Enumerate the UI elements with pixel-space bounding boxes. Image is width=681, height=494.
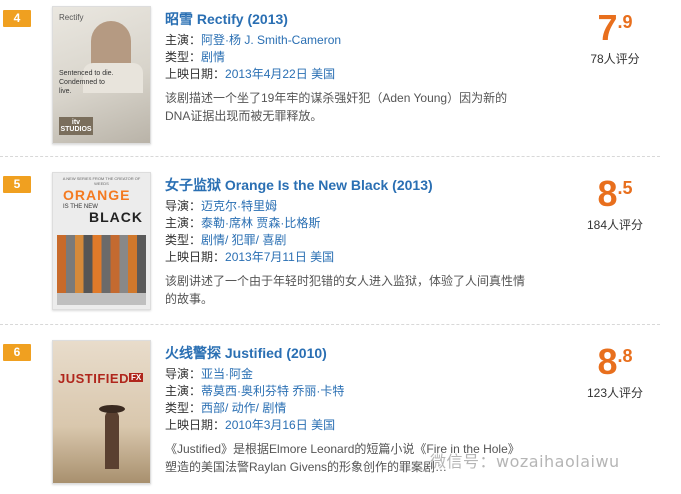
- starring-row: 主演：泰勒·席林 贾森·比格斯: [165, 215, 535, 232]
- vote-count: 123人评分: [586, 386, 644, 400]
- description: 该剧描述一个坐了19年牢的谋杀强奸犯（Aden Young）因为新的DNA证据出…: [165, 91, 508, 123]
- vote-count: 78人评分: [590, 52, 640, 66]
- release-date: 2010年3月16日 美国: [225, 418, 336, 432]
- director-row: 导演：亚当·阿金: [165, 366, 535, 383]
- genre-row: 类型：剧情: [165, 49, 535, 66]
- poster-floor: [57, 293, 146, 305]
- release-row: 上映日期：2013年7月11日 美国: [165, 249, 535, 266]
- poster-figure: [91, 21, 131, 69]
- starring-row: 主演：蒂莫西·奥利芬特 乔丽·卡特: [165, 383, 535, 400]
- rank-badge: 4: [3, 10, 31, 27]
- divider: [0, 156, 660, 157]
- rank-badge: 5: [3, 176, 31, 193]
- rank-badge: 6: [3, 344, 31, 361]
- poster-title-2: BLACK: [89, 209, 143, 225]
- poster-figure: [105, 411, 119, 469]
- genre-link[interactable]: 西部/ 动作/ 剧情: [201, 401, 286, 415]
- poster-cast: [57, 235, 146, 295]
- description: 该剧讲述了一个由于年轻时犯错的女人进入监狱，体验了人间真性情的故事。: [165, 274, 526, 306]
- starring-row: 主演：阿登·杨 J. Smith-Cameron: [165, 32, 535, 49]
- genre-label: 类型：: [165, 401, 202, 415]
- title-link[interactable]: 火线警探 Justified (2010): [165, 344, 535, 362]
- starring-label: 主演：: [165, 384, 202, 398]
- score: 8.8 123人评分: [580, 344, 650, 401]
- poster-justified[interactable]: JUSTIFIED FX: [52, 340, 151, 484]
- poster-tagline: Sentenced to die. Condemned to live.: [59, 70, 114, 95]
- genre-row: 类型：西部/ 动作/ 剧情: [165, 400, 535, 417]
- score: 8.5 184人评分: [580, 176, 650, 233]
- poster-title: JUSTIFIED: [58, 371, 129, 386]
- genre-label: 类型：: [165, 50, 202, 64]
- score-decimal: .8: [617, 346, 633, 366]
- release-label: 上映日期：: [165, 418, 226, 432]
- title-link[interactable]: 昭雪 Rectify (2013): [165, 10, 535, 28]
- divider: [0, 324, 660, 325]
- poster-oitnb[interactable]: A NEW SERIES FROM THE CREATOR OF WEEDS O…: [52, 172, 151, 310]
- genre-row: 类型：剧情/ 犯罪/ 喜剧: [165, 232, 535, 249]
- genre-link[interactable]: 剧情/ 犯罪/ 喜剧: [201, 233, 286, 247]
- release-row: 上映日期：2013年4月22日 美国: [165, 66, 535, 83]
- release-date: 2013年4月22日 美国: [225, 67, 336, 81]
- poster-hat: [99, 405, 125, 413]
- starring-label: 主演：: [165, 216, 202, 230]
- release-label: 上映日期：: [165, 67, 226, 81]
- release-date: 2013年7月11日 美国: [225, 250, 335, 264]
- poster-title-1: ORANGE: [63, 187, 131, 203]
- genre-label: 类型：: [165, 233, 202, 247]
- vote-count: 184人评分: [586, 218, 644, 232]
- score-decimal: .9: [617, 12, 633, 32]
- director-label: 导演：: [165, 199, 202, 213]
- score: 7.9 78人评分: [580, 10, 650, 67]
- score-integer: 7: [597, 7, 618, 48]
- watermark: 微信号：wozaihaolaiwu: [430, 452, 620, 471]
- starring-link[interactable]: 蒂莫西·奥利芬特 乔丽·卡特: [201, 384, 344, 398]
- release-label: 上映日期：: [165, 250, 226, 264]
- starring-link[interactable]: 泰勒·席林 贾森·比格斯: [201, 216, 320, 230]
- poster-network: itv STUDIOS: [59, 117, 93, 135]
- director-row: 导演：迈克尔·特里姆: [165, 198, 535, 215]
- director-link[interactable]: 亚当·阿金: [201, 367, 253, 381]
- director-link[interactable]: 迈克尔·特里姆: [201, 199, 277, 213]
- starring-link[interactable]: 阿登·杨 J. Smith-Cameron: [201, 33, 341, 47]
- score-integer: 8: [597, 341, 618, 382]
- starring-label: 主演：: [165, 33, 202, 47]
- genre-link[interactable]: 剧情: [201, 50, 225, 64]
- director-label: 导演：: [165, 367, 202, 381]
- release-row: 上映日期：2010年3月16日 美国: [165, 417, 535, 434]
- score-integer: 8: [597, 173, 618, 214]
- poster-network: FX: [129, 373, 144, 382]
- title-link[interactable]: 女子监狱 Orange Is the New Black (2013): [165, 176, 535, 194]
- score-decimal: .5: [617, 178, 633, 198]
- poster-top: A NEW SERIES FROM THE CREATOR OF WEEDS: [62, 176, 141, 186]
- poster-title: Rectify: [59, 13, 84, 22]
- poster-rectify[interactable]: Rectify Sentenced to die. Condemned to l…: [52, 6, 151, 144]
